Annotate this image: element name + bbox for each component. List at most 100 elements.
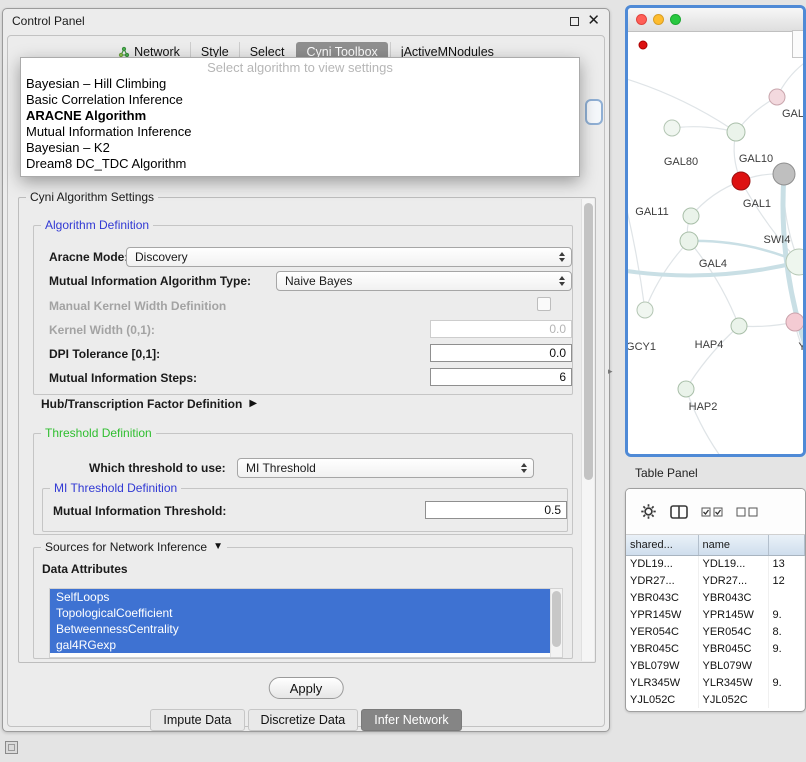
menu-item-aracne-algorithm[interactable]: ARACNE Algorithm [21,108,579,124]
network-node[interactable] [678,381,694,397]
which-threshold-select[interactable]: MI Threshold [237,458,534,478]
table-cell: YPR145W [698,606,768,623]
mi-type-value: Naive Bayes [285,274,352,288]
network-node[interactable] [664,120,680,136]
network-edge[interactable] [628,77,736,132]
table-cell: 9. [768,674,805,691]
algorithm-menu-placeholder: Select algorithm to view settings [21,60,579,76]
table-row[interactable]: YPR145WYPR145W9. [626,606,805,623]
scrollbar-thumb[interactable] [584,203,593,480]
network-view-window: GALGAL80GAL10GAL11GAL1SWI4GAL4GCY1HAP4HA… [625,5,806,457]
table-row[interactable]: YBR043CYBR043C [626,589,805,606]
network-node[interactable] [732,172,750,190]
table-row[interactable]: YJL052CYJL052C [626,691,805,708]
chevron-down-icon[interactable]: ▼ [213,542,223,552]
network-graph[interactable]: GALGAL80GAL10GAL11GAL1SWI4GAL4GCY1HAP4HA… [628,32,803,455]
minimize-traffic-light-icon[interactable] [653,14,664,25]
algorithm-definition-group: Algorithm Definition Aracne Mode: Discov… [33,225,573,395]
splitter-handle[interactable]: ▸ [608,366,613,377]
list-item[interactable]: TopologicalCoefficient [50,605,550,621]
column-header[interactable] [768,535,805,555]
bottom-tabs: Impute DataDiscretize DataInfer Network [8,709,604,731]
table-cell: YDL19... [698,555,768,572]
network-node[interactable] [773,163,795,185]
table-row[interactable]: YLR345WYLR345W9. [626,674,805,691]
close-icon[interactable]: ✕ [587,16,600,26]
zoom-traffic-light-icon[interactable] [670,14,681,25]
network-edge[interactable] [686,326,739,389]
close-traffic-light-icon[interactable] [636,14,647,25]
list-item[interactable]: BetweennessCentrality [50,621,550,637]
aracne-mode-value: Discovery [135,250,188,264]
table-cell: 9. [768,640,805,657]
show-columns-icon[interactable] [701,507,723,517]
network-node[interactable] [786,313,803,331]
bottom-tab-impute-data[interactable]: Impute Data [150,709,244,731]
network-node[interactable] [731,318,747,334]
gear-icon[interactable] [640,503,657,520]
table-cell: YER054C [626,623,698,640]
apply-button[interactable]: Apply [269,677,344,699]
list-scrollbar[interactable] [550,589,562,657]
list-item[interactable]: gal4RGexp [50,637,550,653]
network-node[interactable] [683,208,699,224]
network-canvas[interactable]: GALGAL80GAL10GAL11GAL1SWI4GAL4GCY1HAP4HA… [628,32,803,453]
network-edge[interactable] [628,182,645,310]
table-row[interactable]: YER054CYER054C8. [626,623,805,640]
network-node[interactable] [680,232,698,250]
node-table: shared...name YDL19...YDL19...13YDR27...… [626,535,805,708]
table-toolbar [626,489,805,535]
obscured-control-fragment [585,99,603,125]
threshold-definition-group: Threshold Definition Which threshold to … [33,433,573,535]
list-scrollbar-thumb[interactable] [552,591,561,647]
table-row[interactable]: YDL19...YDL19...13 [626,555,805,572]
mi-threshold-input[interactable] [425,501,567,519]
hide-columns-icon[interactable] [736,507,758,517]
grid-icon[interactable] [5,741,18,754]
overlapping-panel-fragment [792,30,804,58]
data-attributes-list[interactable]: SelfLoopsTopologicalCoefficientBetweenne… [49,588,563,658]
which-threshold-value: MI Threshold [246,461,316,475]
menu-item-basic-correlation-inference[interactable]: Basic Correlation Inference [21,92,579,108]
threshold-definition-title: Threshold Definition [41,426,156,440]
network-edge[interactable] [741,181,799,262]
table-cell: YBR045C [626,640,698,657]
menu-item-bayesian-k2[interactable]: Bayesian – K2 [21,140,579,156]
network-node[interactable] [769,89,785,105]
list-item[interactable]: SelfLoops [50,589,550,605]
mi-type-label: Mutual Information Algorithm Type: [49,274,251,288]
table-cell: YDR27... [698,572,768,589]
column-header[interactable]: name [698,535,768,555]
table-cell: 9. [768,606,805,623]
network-node[interactable] [727,123,745,141]
float-icon[interactable] [570,17,579,26]
menu-item-bayesian-hill-climbing[interactable]: Bayesian – Hill Climbing [21,76,579,92]
network-edge[interactable] [686,389,723,455]
bottom-tab-infer-network[interactable]: Infer Network [361,709,461,731]
network-node[interactable] [639,41,647,49]
network-window-titlebar[interactable] [628,8,803,32]
table-row[interactable]: YBL079WYBL079W [626,657,805,674]
kernel-width-input[interactable] [430,320,572,338]
menu-item-dream8-dc-tdc-algorithm[interactable]: Dream8 DC_TDC Algorithm [21,156,579,172]
dpi-tolerance-input[interactable] [430,344,572,362]
control-panel-titlebar[interactable]: Control Panel ✕ [3,9,609,33]
table-row[interactable]: YBR045CYBR045C9. [626,640,805,657]
mi-threshold-group-title: MI Threshold Definition [50,481,181,495]
aracne-mode-select[interactable]: Discovery [126,247,572,267]
node-label: Y [798,341,803,353]
menu-item-mutual-information-inference[interactable]: Mutual Information Inference [21,124,579,140]
hub-definition-toggle[interactable]: Hub/Transcription Factor Definition ▶ [41,397,257,411]
column-browser-icon[interactable] [670,505,688,519]
mi-steps-input[interactable] [430,368,572,386]
manual-kernel-checkbox[interactable] [537,297,551,311]
mi-type-select[interactable]: Naive Bayes [276,271,572,291]
algorithm-menu: Select algorithm to view settings Bayesi… [20,57,580,177]
network-node[interactable] [637,302,653,318]
network-edge[interactable] [689,241,739,326]
column-header[interactable]: shared... [626,535,698,555]
table-row[interactable]: YDR27...YDR27...12 [626,572,805,589]
network-edge[interactable] [672,127,736,132]
bottom-tab-discretize-data[interactable]: Discretize Data [248,709,359,731]
settings-scrollbar[interactable] [581,199,594,661]
